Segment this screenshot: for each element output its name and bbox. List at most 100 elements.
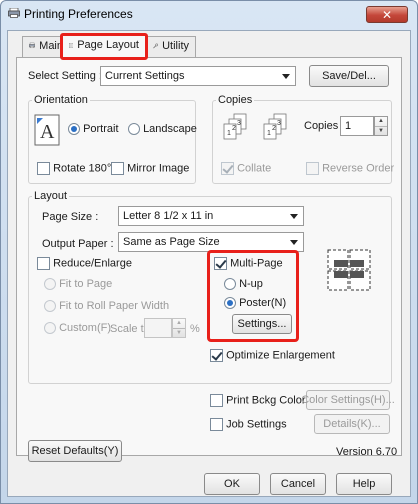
optimize-enlargement-checkbox[interactable]: Optimize Enlargement xyxy=(210,349,335,362)
custom-radio-button[interactable] xyxy=(44,322,56,335)
poster-label: Poster(N) xyxy=(239,297,287,309)
reset-defaults-button[interactable]: Reset Defaults(Y) xyxy=(28,440,122,462)
percent-label: % xyxy=(190,323,200,335)
portrait-page-icon: A xyxy=(34,114,60,146)
collate-check-box[interactable] xyxy=(221,162,234,175)
rotate-180-label: Rotate 180° xyxy=(53,162,112,175)
printer-icon xyxy=(8,8,20,18)
multi-page-label: Multi-Page xyxy=(230,257,283,270)
color-settings-button[interactable]: Color Settings(H)... xyxy=(301,390,395,410)
reverse-order-label: Reverse Order xyxy=(322,162,395,175)
output-paper-label: Output Paper : xyxy=(42,238,114,250)
ok-button[interactable]: OK xyxy=(204,473,260,495)
landscape-radio-button[interactable] xyxy=(128,123,140,136)
wrench-icon xyxy=(153,43,159,49)
layout-legend: Layout xyxy=(32,190,70,202)
mirror-image-label: Mirror Image xyxy=(127,162,190,175)
fit-to-roll-radio[interactable]: Fit to Roll Paper Width xyxy=(44,300,170,313)
optimize-enlargement-label: Optimize Enlargement xyxy=(226,349,335,362)
fit-to-roll-radio-button[interactable] xyxy=(44,300,56,313)
multi-page-check-box[interactable] xyxy=(214,257,227,270)
close-icon: ✕ xyxy=(381,7,393,22)
spin-up-icon[interactable]: ▲ xyxy=(173,319,185,328)
scale-input[interactable] xyxy=(144,318,172,338)
print-bckg-color-label: Print Bckg Color xyxy=(226,394,306,407)
tab-page-layout-label: Page Layout xyxy=(77,39,139,51)
mirror-image-check-box[interactable] xyxy=(111,162,124,175)
window-title: Printing Preferences xyxy=(24,7,133,21)
details-button[interactable]: Details(K)... xyxy=(314,414,390,434)
collate-checkbox[interactable]: Collate xyxy=(221,162,271,175)
svg-text:1: 1 xyxy=(267,130,271,137)
reverse-order-check-box[interactable] xyxy=(306,162,319,175)
spin-up-icon[interactable]: ▲ xyxy=(375,117,387,126)
optimize-enlargement-check-box[interactable] xyxy=(210,349,223,362)
spin-down-icon[interactable]: ▼ xyxy=(375,125,387,136)
landscape-radio[interactable]: Landscape xyxy=(128,123,197,136)
version-text: Version 6.70 xyxy=(336,446,398,458)
save-del-button[interactable]: Save/Del... xyxy=(309,65,389,87)
copies-legend: Copies xyxy=(216,94,255,106)
rotate-180-checkbox[interactable]: Rotate 180° xyxy=(37,162,111,175)
select-setting-value: Current Settings xyxy=(105,70,185,82)
page-icon xyxy=(69,43,74,48)
fit-to-page-label: Fit to Page xyxy=(59,278,113,290)
spin-down-icon[interactable]: ▼ xyxy=(173,327,185,338)
copies-value: 1 xyxy=(345,120,352,132)
svg-text:2: 2 xyxy=(272,125,276,132)
copies-input[interactable]: 1 xyxy=(340,116,374,136)
chevron-down-icon xyxy=(290,214,298,219)
fit-to-page-radio[interactable]: Fit to Page xyxy=(44,278,113,291)
chevron-down-icon xyxy=(282,74,290,79)
multi-page-checkbox[interactable]: Multi-Page xyxy=(214,257,283,270)
custom-label: Custom(F) xyxy=(59,322,112,334)
page-size-combo[interactable]: Letter 8 1/2 x 11 in xyxy=(118,206,304,226)
collate-pages-icon: 123 123 xyxy=(223,113,287,140)
output-paper-value: Same as Page Size xyxy=(123,236,220,248)
copies-label: Copies : xyxy=(304,120,345,132)
tab-utility-label: Utility xyxy=(162,40,189,52)
fit-to-roll-label: Fit to Roll Paper Width xyxy=(59,300,170,312)
scale-spinner[interactable]: ▲ ▼ xyxy=(172,318,186,338)
print-bckg-color-checkbox[interactable]: Print Bckg Color xyxy=(210,394,306,407)
tab-page-layout[interactable]: Page Layout xyxy=(60,33,148,60)
portrait-radio[interactable]: Portrait xyxy=(68,123,119,136)
portrait-label: Portrait xyxy=(83,123,119,135)
poster-settings-button[interactable]: Settings... xyxy=(232,314,292,334)
chevron-down-icon xyxy=(290,240,298,245)
select-setting-combo[interactable]: Current Settings xyxy=(100,66,296,86)
printer-icon xyxy=(29,42,36,49)
copies-spinner[interactable]: ▲ ▼ xyxy=(374,116,388,136)
n-up-radio-button[interactable] xyxy=(224,278,236,291)
job-settings-checkbox[interactable]: Job Settings xyxy=(210,418,287,431)
collate-label: Collate xyxy=(237,162,272,175)
mirror-image-checkbox[interactable]: Mirror Image xyxy=(111,162,189,175)
page-size-value: Letter 8 1/2 x 11 in xyxy=(123,210,214,222)
landscape-label: Landscape xyxy=(143,123,197,135)
rotate-180-check-box[interactable] xyxy=(37,162,50,175)
page-size-label: Page Size : xyxy=(42,211,99,223)
poster-preview-icon xyxy=(327,249,371,291)
output-paper-combo[interactable]: Same as Page Size xyxy=(118,232,304,252)
svg-text:3: 3 xyxy=(237,120,241,127)
cancel-button[interactable]: Cancel xyxy=(270,473,326,495)
n-up-radio[interactable]: N-up xyxy=(224,278,263,291)
print-bckg-color-check-box[interactable] xyxy=(210,394,223,407)
reduce-enlarge-checkbox[interactable]: Reduce/Enlarge xyxy=(37,257,132,270)
tab-utility[interactable]: Utility xyxy=(146,36,196,58)
svg-text:3: 3 xyxy=(277,120,281,127)
reverse-order-checkbox[interactable]: Reverse Order xyxy=(306,162,394,175)
job-settings-label: Job Settings xyxy=(226,418,287,431)
svg-text:1: 1 xyxy=(227,130,231,137)
close-button[interactable]: ✕ xyxy=(366,6,408,23)
portrait-radio-button[interactable] xyxy=(68,123,80,136)
custom-radio[interactable]: Custom(F) xyxy=(44,322,112,335)
job-settings-check-box[interactable] xyxy=(210,418,223,431)
poster-radio[interactable]: Poster(N) xyxy=(224,297,287,310)
poster-radio-button[interactable] xyxy=(224,297,236,310)
fit-to-page-radio-button[interactable] xyxy=(44,278,56,291)
select-setting-label: Select Setting : xyxy=(28,70,102,82)
svg-text:2: 2 xyxy=(232,125,236,132)
reduce-enlarge-check-box[interactable] xyxy=(37,257,50,270)
help-button[interactable]: Help xyxy=(336,473,392,495)
